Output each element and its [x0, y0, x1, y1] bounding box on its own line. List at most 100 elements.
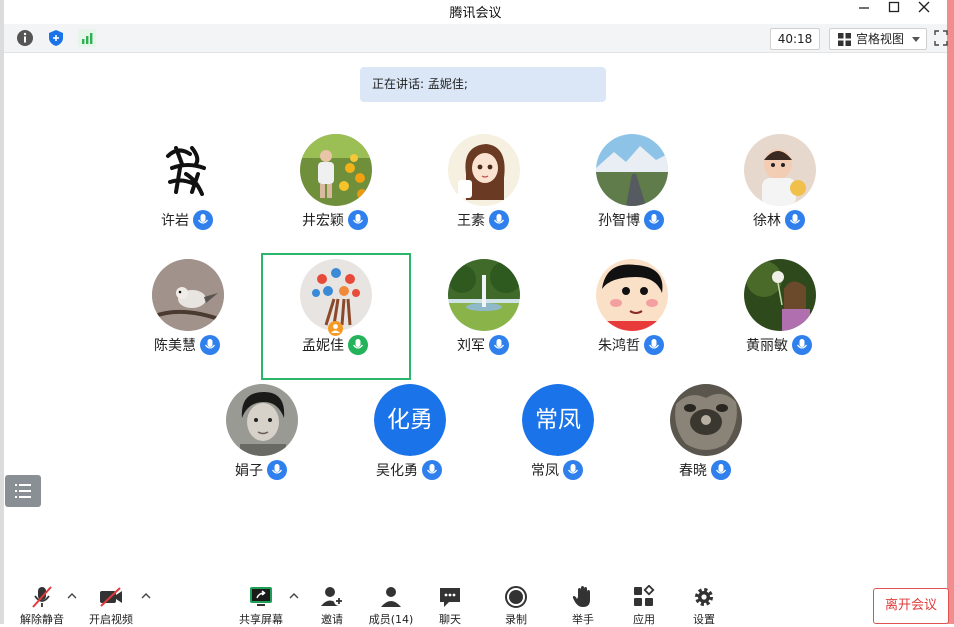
animal-fur-avatar — [670, 384, 742, 456]
participant-name: 陈美慧 — [154, 338, 196, 354]
participant-name: 朱鸿哲 — [598, 338, 640, 354]
mountain-road-avatar — [596, 134, 668, 206]
participant-tile[interactable]: 娟子 — [187, 376, 335, 496]
members-button[interactable]: 成员(14) — [363, 578, 419, 626]
window-title: 腾讯会议 — [449, 6, 502, 21]
window-left-edge — [0, 0, 4, 624]
chevron-up-icon[interactable] — [66, 590, 78, 602]
bottom-toolbar: 解除静音 开启视频 共享屏幕 邀请 成员(14) 聊天 录制 举手 应用 设置 — [4, 578, 947, 626]
mic-icon — [711, 460, 731, 480]
share-screen-button[interactable]: 共享屏幕 — [233, 578, 289, 626]
maximize-icon — [888, 1, 900, 13]
avatar-initials: 常凤 — [522, 384, 594, 456]
grid-icon — [838, 33, 851, 46]
participant-name: 吴化勇 — [376, 463, 418, 479]
share-screen-icon — [250, 587, 272, 606]
participant-tile[interactable]: 春晓 — [631, 376, 779, 496]
anime-girl-avatar — [448, 134, 520, 206]
side-list-button[interactable] — [5, 475, 41, 507]
participant-name: 王素 — [457, 213, 485, 229]
participant-tile[interactable]: 孟妮佳 — [261, 251, 409, 371]
close-icon — [918, 1, 930, 13]
mic-icon — [489, 335, 509, 355]
meeting-timer: 40:18 — [770, 28, 820, 50]
participant-tile[interactable]: 常凤 常凤 — [483, 376, 631, 496]
mic-icon — [348, 210, 368, 230]
caret-down-icon — [912, 37, 920, 42]
initials-avatar: 常凤 — [522, 384, 594, 456]
chat-label: 聊天 — [439, 613, 461, 626]
fountain-park-avatar — [448, 259, 520, 331]
old-photo-child-avatar — [226, 384, 298, 456]
view-label: 宫格视图 — [856, 32, 905, 46]
chat-button[interactable]: 聊天 — [422, 578, 478, 626]
participant-name: 刘军 — [457, 338, 485, 354]
gear-icon — [695, 588, 713, 606]
mic-icon — [193, 210, 213, 230]
chevron-up-icon[interactable] — [140, 590, 152, 602]
participant-tile[interactable]: 陈美慧 — [113, 251, 261, 371]
add-user-icon — [321, 587, 344, 606]
participant-tile[interactable]: 朱鸿哲 — [557, 251, 705, 371]
record-button[interactable]: 录制 — [488, 578, 544, 626]
start-video-button[interactable]: 开启视频 — [83, 578, 139, 626]
title-bar: 腾讯会议 — [4, 0, 947, 22]
participant-tile[interactable]: 徐林 — [705, 126, 853, 246]
minimize-icon — [859, 7, 869, 9]
participant-name: 许岩 — [161, 213, 189, 229]
participant-tile[interactable]: 刘军 — [409, 251, 557, 371]
speaking-indicator: 正在讲话: 孟妮佳; — [360, 67, 606, 102]
cartoon-boy-avatar — [596, 259, 668, 331]
camera-off-icon — [100, 587, 122, 607]
participant-tile[interactable]: 王素 — [409, 126, 557, 246]
mic-muted-icon — [32, 586, 52, 608]
initials-avatar: 化勇 — [374, 384, 446, 456]
apps-button[interactable]: 应用 — [616, 578, 672, 626]
participant-tile[interactable]: 井宏颖 — [261, 126, 409, 246]
fullscreen-button[interactable] — [934, 29, 952, 47]
chevron-up-icon[interactable] — [288, 590, 300, 602]
mic-active-icon — [348, 335, 368, 355]
participant-tile[interactable]: 孙智博 — [557, 126, 705, 246]
speaking-text: 正在讲话: 孟妮佳; — [372, 77, 468, 91]
maximize-button[interactable] — [880, 0, 908, 20]
start-video-label: 开启视频 — [89, 613, 133, 626]
window-right-edge — [947, 0, 954, 624]
participant-name: 常凤 — [531, 463, 559, 479]
mic-icon — [200, 335, 220, 355]
close-button[interactable] — [910, 0, 938, 20]
bird-branch-avatar — [152, 259, 224, 331]
invite-button[interactable]: 邀请 — [304, 578, 360, 626]
mic-icon — [267, 460, 287, 480]
leave-meeting-button[interactable]: 离开会议 — [873, 588, 949, 624]
participant-tile[interactable]: 黄丽敏 — [705, 251, 853, 371]
fullscreen-icon — [934, 30, 948, 46]
info-icon[interactable] — [16, 29, 34, 47]
mic-icon — [489, 210, 509, 230]
unmute-button[interactable]: 解除静音 — [14, 578, 70, 626]
members-icon — [381, 587, 401, 607]
mic-icon — [644, 210, 664, 230]
settings-button[interactable]: 设置 — [676, 578, 732, 626]
mic-icon — [563, 460, 583, 480]
participant-name: 徐林 — [753, 213, 781, 229]
participant-name: 井宏颖 — [302, 213, 344, 229]
child-flowers-avatar — [300, 134, 372, 206]
apps-icon — [634, 585, 655, 606]
chat-icon — [440, 588, 460, 607]
avatar-initials: 化勇 — [374, 384, 446, 456]
list-icon — [15, 484, 31, 498]
mic-icon — [785, 210, 805, 230]
security-shield-icon[interactable] — [47, 29, 65, 47]
raise-hand-icon — [572, 586, 590, 607]
grid-view-dropdown[interactable]: 宫格视图 — [829, 28, 927, 50]
participant-tile[interactable]: 化勇 吴化勇 — [335, 376, 483, 496]
participant-tile[interactable]: 许岩 — [113, 126, 261, 246]
record-icon — [505, 586, 527, 608]
signal-strength-icon[interactable] — [78, 29, 96, 47]
raise-hand-button[interactable]: 举手 — [555, 578, 611, 626]
participant-name: 娟子 — [235, 463, 263, 479]
minimize-button[interactable] — [850, 0, 878, 20]
girl-dandelion-avatar — [744, 259, 816, 331]
meeting-toolbar: 40:18 宫格视图 — [4, 24, 948, 53]
